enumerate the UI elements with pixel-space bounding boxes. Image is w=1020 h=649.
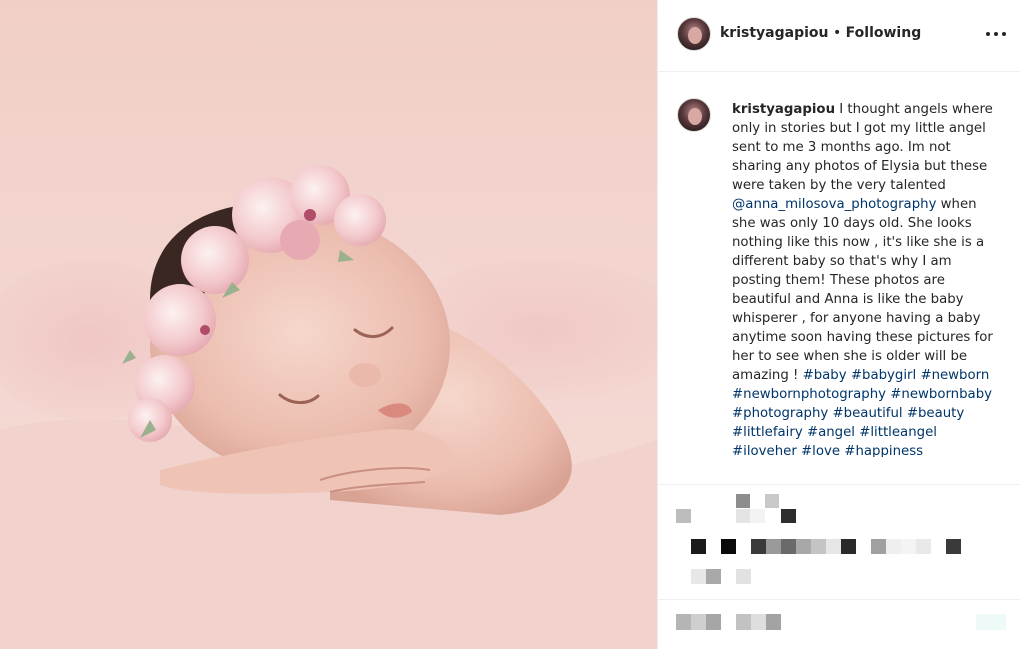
hashtag-link[interactable]: #iloveher [732,444,797,457]
post-header: kristyagapiou • Following [658,0,1020,72]
hashtag-link[interactable]: #newbornbaby [890,387,992,402]
hashtag-link[interactable]: #love [801,444,840,457]
more-options-icon[interactable] [986,32,1006,36]
hashtag-link[interactable]: #littlefairy [732,425,803,440]
comments-divider [658,484,1020,485]
newborn-photo-illustration [0,165,657,649]
post-side-panel: kristyagapiou • Following kristyagapiou … [657,0,1020,649]
separator-dot: • [828,25,846,41]
hashtag-link[interactable]: #happiness [844,444,923,457]
hashtag-link[interactable]: #angel [807,425,855,440]
post-caption: kristyagapiou I thought angels where onl… [732,100,1004,457]
author-avatar[interactable] [677,17,711,51]
caption-avatar[interactable] [677,98,711,132]
hashtag-link[interactable]: #beautiful [833,406,903,421]
caption-text-2: when she was only 10 days old. She looks… [732,197,993,383]
hashtag-link[interactable]: #beauty [907,406,964,421]
hashtag-link[interactable]: #babygirl [851,368,916,383]
hashtag-link[interactable]: #newbornphotography [732,387,886,402]
author-username[interactable]: kristyagapiou [720,25,829,41]
follow-status-button[interactable]: Following [846,25,922,41]
hashtag-link[interactable]: #photography [732,406,828,421]
hashtag-link[interactable]: #baby [803,368,847,383]
hashtag-link[interactable]: #newborn [920,368,989,383]
caption-username[interactable]: kristyagapiou [732,102,835,117]
hashtag-link[interactable]: #littleangel [859,425,937,440]
actions-divider [658,599,1020,600]
post-photo[interactable] [0,0,657,649]
author-line: kristyagapiou • Following [720,25,921,41]
caption-mention-link[interactable]: @anna_milosova_photography [732,197,936,212]
